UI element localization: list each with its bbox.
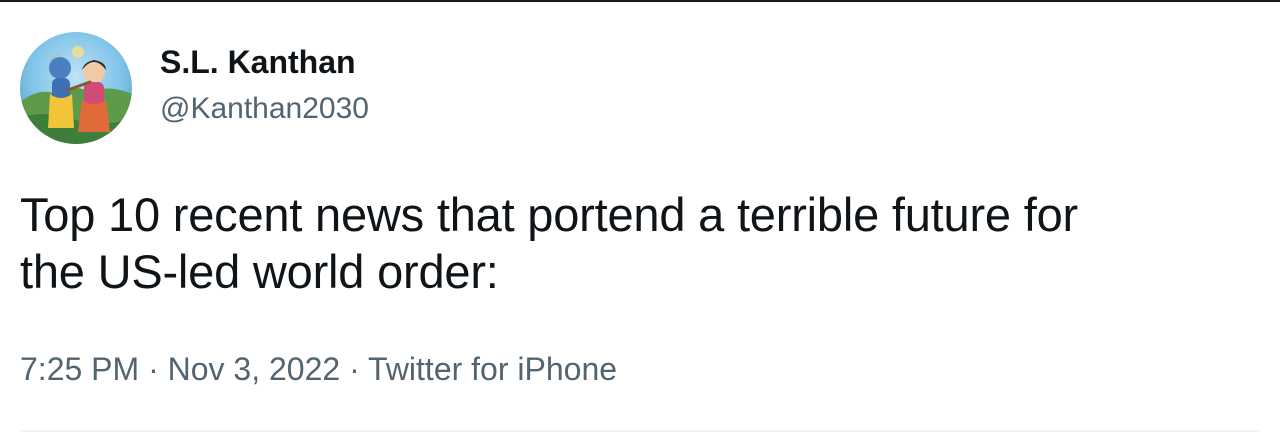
tweet-meta: 7:25 PM · Nov 3, 2022 · Twitter for iPho… [20,349,617,389]
author-handle[interactable]: @Kanthan2030 [160,91,369,127]
profile-avatar-icon [20,32,132,144]
author-display-name[interactable]: S.L. Kanthan [160,42,369,82]
meta-separator-2: · [349,351,360,387]
tweet-card: S.L. Kanthan @Kanthan2030 Top 10 recent … [0,0,1280,444]
tweet-text-line-2: the US-led world order: [20,245,499,298]
tweet-time[interactable]: 7:25 PM [20,351,139,387]
avatar[interactable] [20,32,132,144]
tweet-text: Top 10 recent news that portend a terrib… [20,186,1270,300]
author-block: S.L. Kanthan @Kanthan2030 [160,42,369,127]
tweet-text-line-1: Top 10 recent news that portend a terrib… [20,188,1078,241]
tweet-source[interactable]: Twitter for iPhone [368,351,617,387]
tweet-date[interactable]: Nov 3, 2022 [168,351,341,387]
meta-separator-1: · [148,351,159,387]
divider [20,430,1260,432]
